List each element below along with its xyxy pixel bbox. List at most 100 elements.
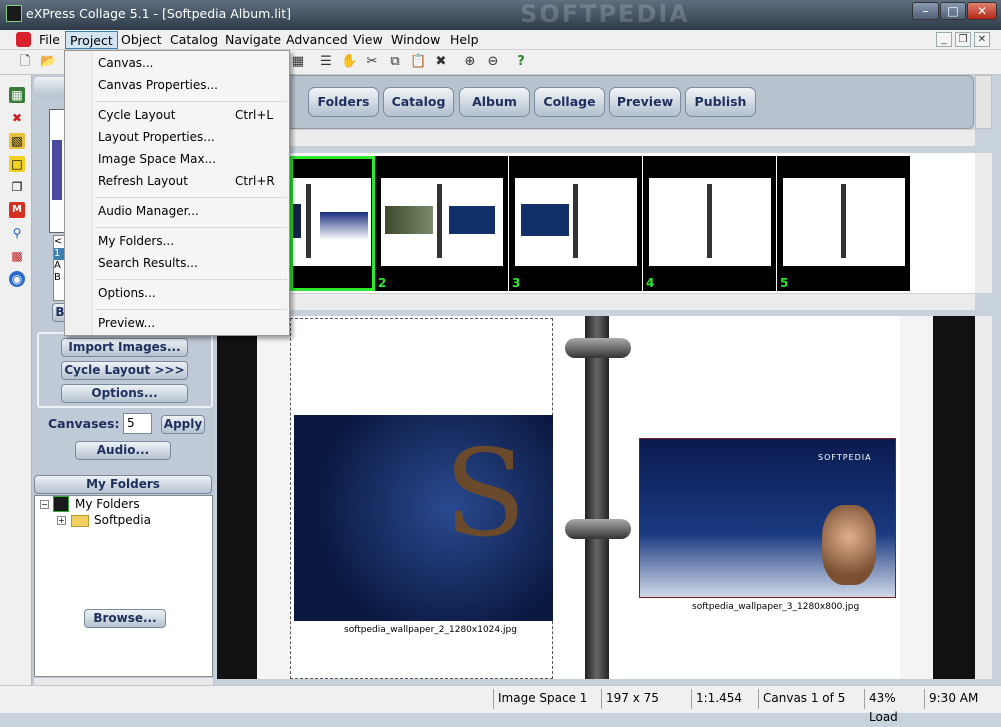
mdi-restore-button[interactable]: ❐ xyxy=(955,32,971,47)
menu-navigate[interactable]: Navigate xyxy=(221,31,285,49)
menu-item-canvas[interactable]: Canvas... xyxy=(98,53,154,73)
tab-catalog[interactable]: Catalog xyxy=(383,87,454,117)
tree-child-label[interactable]: Softpedia xyxy=(94,513,151,527)
search-icon[interactable]: ⚲ xyxy=(9,225,25,241)
menu-catalog[interactable]: Catalog xyxy=(166,31,222,49)
app-icon[interactable] xyxy=(6,5,22,22)
menu-separator xyxy=(95,279,287,280)
mdi-minimize-button[interactable]: _ xyxy=(936,32,952,47)
canvas-vscroll[interactable] xyxy=(975,316,992,679)
status-ratio: 1:1.454 xyxy=(691,689,758,709)
menu-item-options[interactable]: Options... xyxy=(98,283,156,303)
filmstrip-hscroll[interactable] xyxy=(217,293,975,310)
page-number: 4 xyxy=(646,276,655,290)
canvases-label: Canvases: xyxy=(48,416,120,431)
tab-folders[interactable]: Folders xyxy=(308,87,379,117)
cut-icon[interactable]: ✂ xyxy=(364,54,380,70)
tools-icon[interactable]: ✖ xyxy=(9,110,25,126)
menu-project[interactable]: Project xyxy=(65,31,118,49)
image2-caption: softpedia_wallpaper_3_1280x800.jpg xyxy=(692,602,860,612)
zoom-out-icon[interactable]: ⊖ xyxy=(485,54,501,70)
cycle-layout-button[interactable]: Cycle Layout >>> xyxy=(61,361,188,380)
canvases-input[interactable]: 5 xyxy=(123,413,152,434)
filmstrip-vscroll[interactable] xyxy=(975,153,992,293)
project-menu: Canvas... Canvas Properties... Cycle Lay… xyxy=(64,50,290,336)
menu-item-search-results[interactable]: Search Results... xyxy=(98,253,198,273)
zoom-in-icon[interactable]: ⊕ xyxy=(462,54,478,70)
filmstrip-page-5[interactable]: 5 xyxy=(777,156,910,291)
binder-spine xyxy=(585,316,609,679)
globe-icon[interactable]: ◉ xyxy=(9,271,25,287)
image1-caption: softpedia_wallpaper_2_1280x1024.jpg xyxy=(344,625,517,635)
menu-app-icon[interactable] xyxy=(16,32,31,47)
filmstrip-page-3[interactable]: 3 xyxy=(509,156,642,291)
menu-file[interactable]: File xyxy=(35,31,64,49)
menu-bar: File Project Object Catalog Navigate Adv… xyxy=(0,30,1001,50)
nav-vscroll[interactable] xyxy=(975,75,992,129)
canvas-right-pattern xyxy=(900,316,933,679)
tree-expand-icon[interactable]: + xyxy=(57,516,66,525)
menu-item-refresh-layout[interactable]: Refresh Layout xyxy=(98,171,188,191)
align-icon[interactable]: ☰ xyxy=(318,54,334,70)
close-button[interactable]: ✕ xyxy=(967,2,997,20)
note-icon[interactable]: □ xyxy=(9,156,25,172)
network-icon[interactable]: ▩ xyxy=(9,248,25,264)
menu-item-preview[interactable]: Preview... xyxy=(98,313,155,333)
hand-icon[interactable]: ✋ xyxy=(341,54,357,70)
list-item[interactable]: B xyxy=(54,272,64,284)
minimize-button[interactable]: – xyxy=(912,2,939,20)
tab-collage[interactable]: Collage xyxy=(534,87,605,117)
import-images-button[interactable]: Import Images... xyxy=(61,338,188,357)
tree-expand-icon[interactable]: − xyxy=(40,500,49,509)
tab-publish[interactable]: Publish xyxy=(685,87,756,117)
tree-root-label[interactable]: My Folders xyxy=(75,497,140,511)
maximize-button[interactable]: □ xyxy=(940,2,966,20)
filmstrip-page-2[interactable]: 2 xyxy=(375,156,508,291)
tab-album[interactable]: Album xyxy=(459,87,530,117)
menu-view[interactable]: View xyxy=(349,31,387,49)
canvas-image-2[interactable]: SOFTPEDIA xyxy=(639,438,896,598)
menu-item-my-folders[interactable]: My Folders... xyxy=(98,231,174,251)
canvas-left-dark xyxy=(217,316,257,679)
tab-preview[interactable]: Preview xyxy=(609,87,681,117)
new-icon[interactable]: 🗋 xyxy=(17,54,33,70)
binder-ring-bottom xyxy=(565,519,631,539)
mdi-close-button[interactable]: ✕ xyxy=(974,32,990,47)
open-icon[interactable]: 📂 xyxy=(40,54,56,70)
catalog-icon[interactable]: ▦ xyxy=(9,87,25,103)
filmstrip-page-4[interactable]: 4 xyxy=(643,156,776,291)
menu-object[interactable]: Object xyxy=(117,31,166,49)
browse-button[interactable]: Browse... xyxy=(84,609,166,628)
my-folders-header[interactable]: My Folders xyxy=(34,475,212,494)
tree-hscroll[interactable] xyxy=(34,678,213,685)
pages-icon[interactable]: ❐ xyxy=(9,179,25,195)
menu-help[interactable]: Help xyxy=(446,31,483,49)
list-item[interactable]: A xyxy=(54,260,64,272)
menu-window[interactable]: Window xyxy=(387,31,444,49)
menu-item-layout-properties[interactable]: Layout Properties... xyxy=(98,127,215,147)
album-icon[interactable]: ▧ xyxy=(9,133,25,149)
paste-icon[interactable]: 📋 xyxy=(410,54,426,70)
delete-icon[interactable]: ✖ xyxy=(433,54,449,70)
list-item[interactable]: < xyxy=(54,236,64,248)
copy-icon[interactable]: ⧉ xyxy=(387,54,403,70)
list-item[interactable]: 1 xyxy=(54,248,64,260)
menu-item-cycle-layout[interactable]: Cycle Layout xyxy=(98,105,175,125)
nav-hscroll[interactable] xyxy=(217,129,975,146)
audio-button[interactable]: Audio... xyxy=(75,441,171,460)
options-button[interactable]: Options... xyxy=(61,384,188,403)
help-icon[interactable]: ? xyxy=(513,54,529,70)
status-load: 43% Load xyxy=(864,689,924,724)
title-watermark: SOFTPEDIA xyxy=(520,0,690,28)
menu-advanced[interactable]: Advanced xyxy=(282,31,352,49)
canvas-image-1[interactable]: S xyxy=(294,415,553,621)
wallpaper-s-graphic: S xyxy=(444,425,527,564)
mail-icon[interactable]: M xyxy=(9,202,25,218)
filmstrip-page-1[interactable] xyxy=(290,156,375,291)
menu-separator xyxy=(95,101,287,102)
apply-button[interactable]: Apply xyxy=(161,415,205,434)
menu-item-image-space-max[interactable]: Image Space Max... xyxy=(98,149,216,169)
image-icon[interactable]: ▦ xyxy=(290,54,306,70)
menu-item-canvas-properties[interactable]: Canvas Properties... xyxy=(98,75,218,95)
menu-item-audio-manager[interactable]: Audio Manager... xyxy=(98,201,199,221)
